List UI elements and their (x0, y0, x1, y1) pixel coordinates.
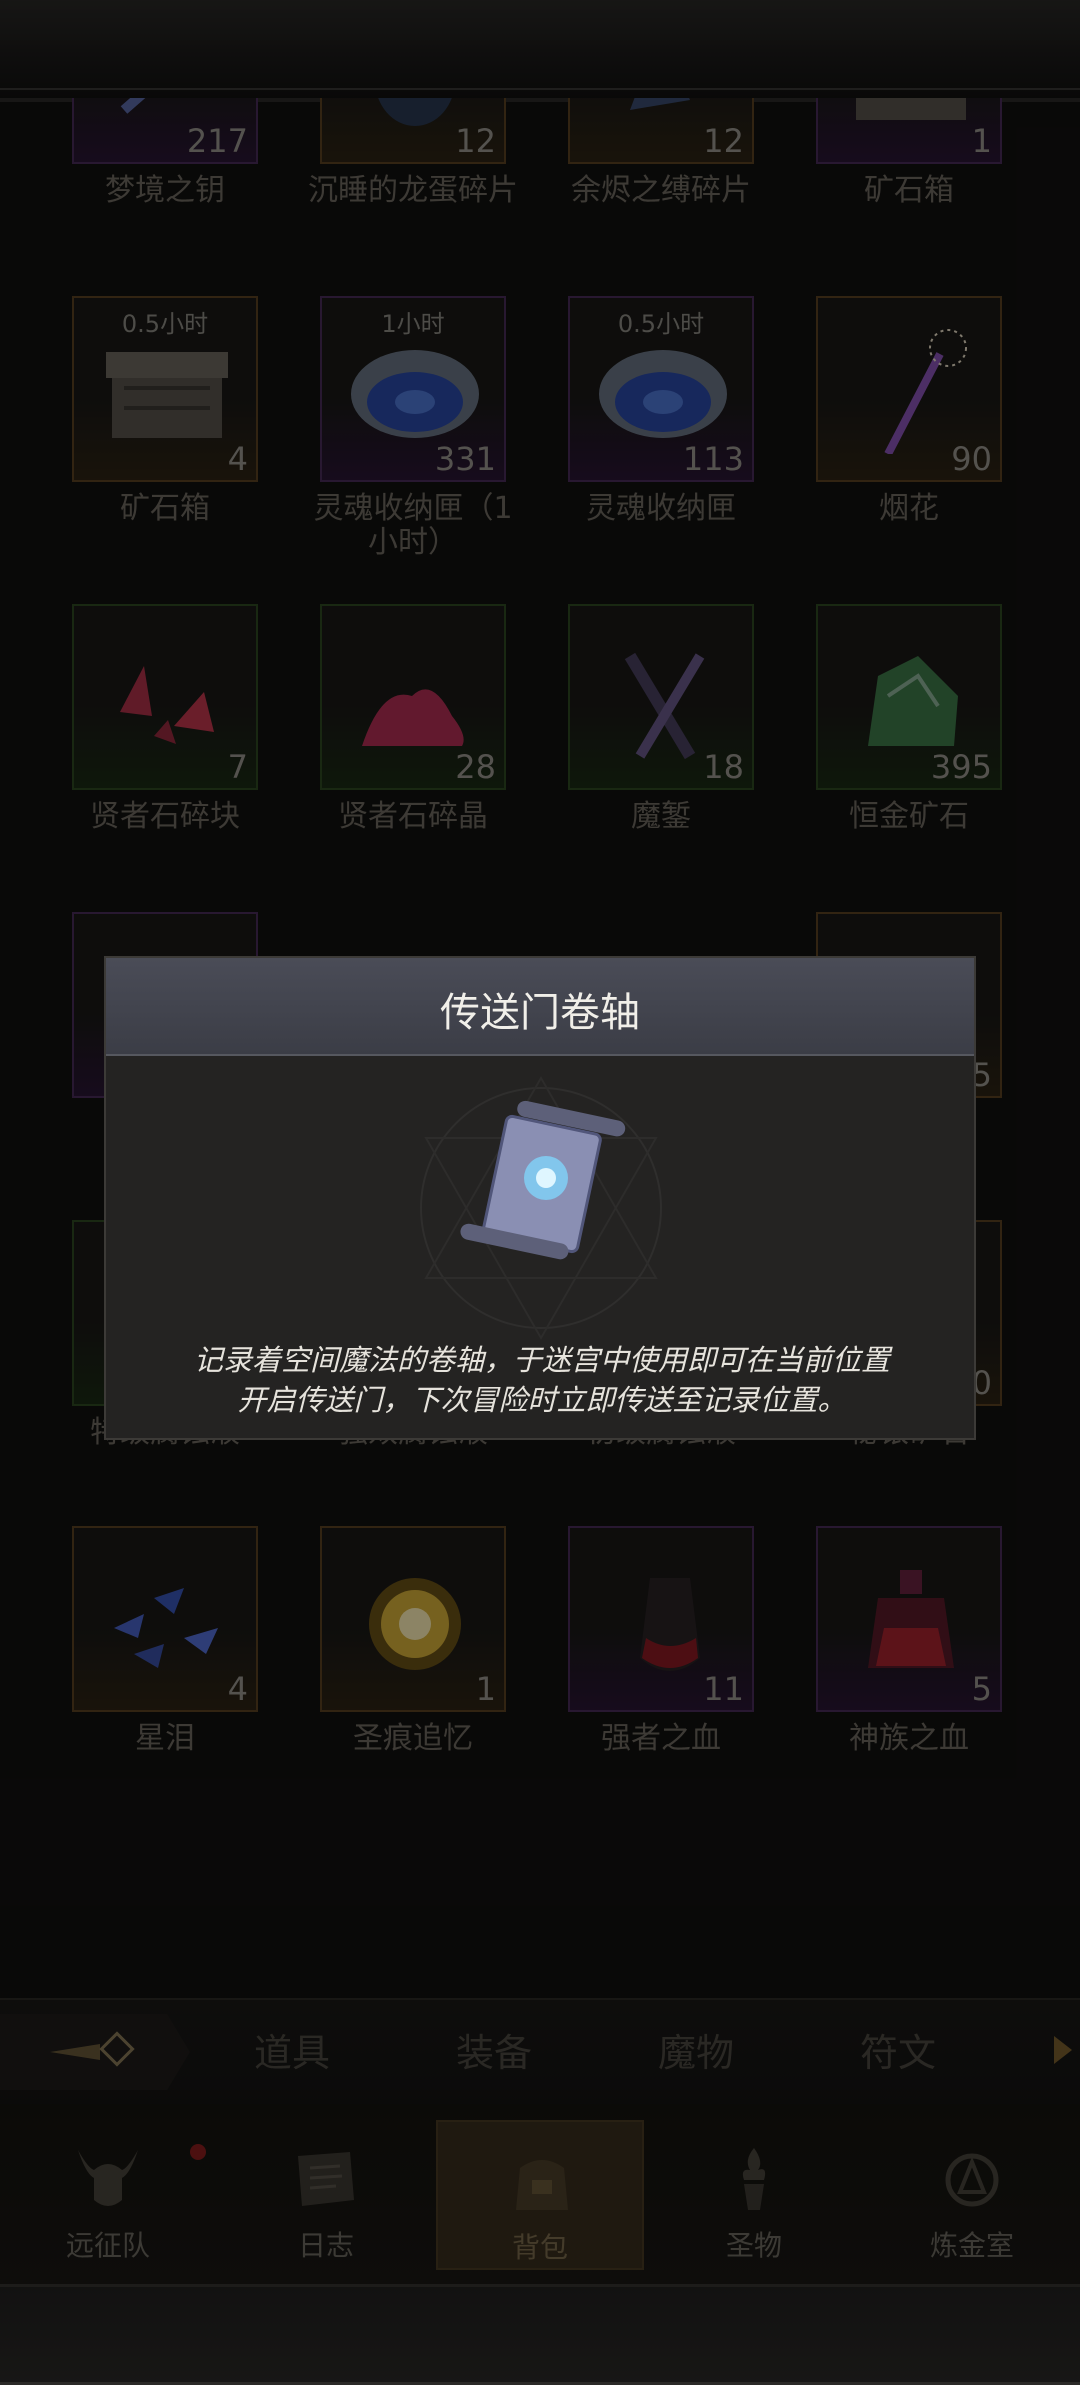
description-line: 开启传送门，下次冒险时立即传送至记录位置。 (237, 1383, 847, 1417)
description-line: 记录着空间魔法的卷轴，于迷宫中使用即可在当前位置 (193, 1343, 890, 1377)
dialog-header: 传送门卷轴 (106, 958, 974, 1056)
portal-scroll-icon (460, 1100, 626, 1260)
item-detail-dialog[interactable]: 传送门卷轴 记录着空间魔法的卷轴，于迷宫中使用即可在当前位置 开启传送门，下次冒… (104, 956, 976, 1440)
dialog-description: 记录着空间魔法的卷轴，于迷宫中使用即可在当前位置 开启传送门，下次冒险时立即传送… (146, 1340, 938, 1420)
dialog-title: 传送门卷轴 (440, 990, 640, 1036)
